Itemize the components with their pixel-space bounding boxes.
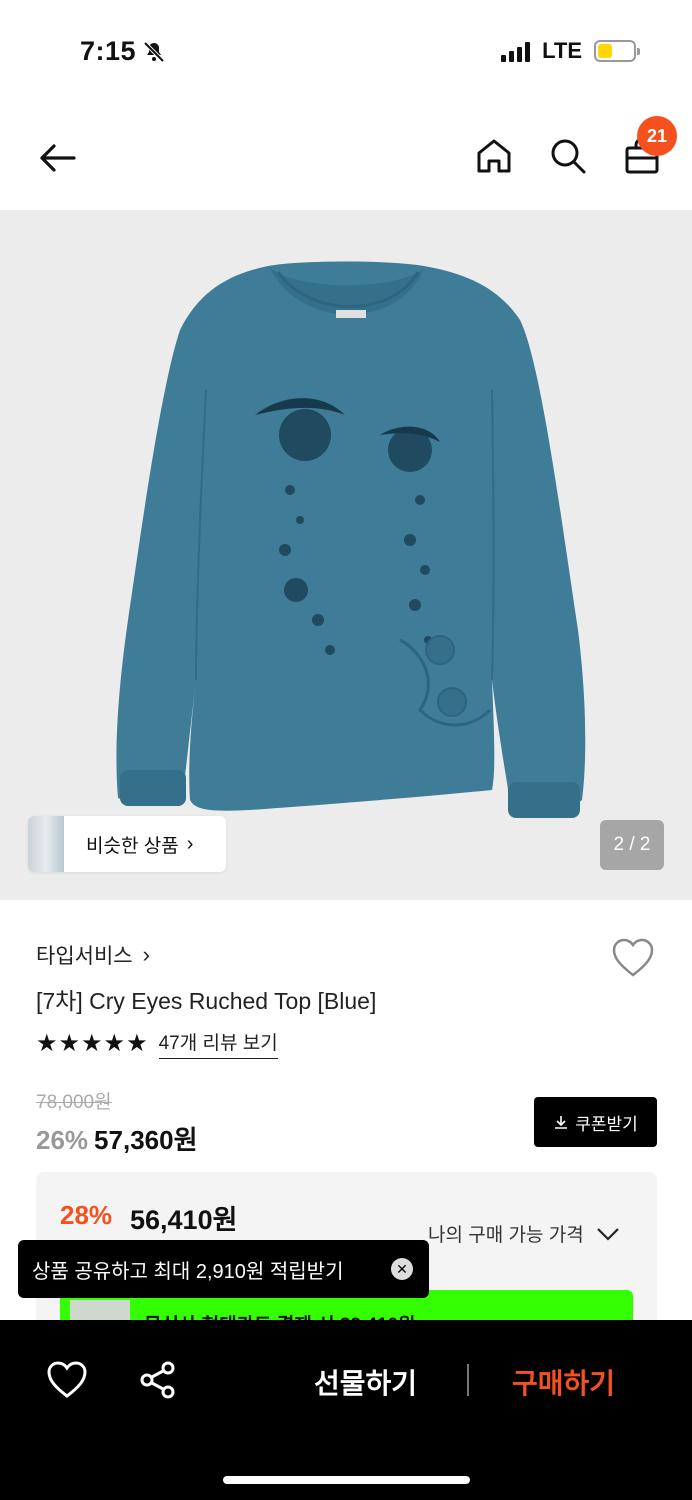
review-link[interactable]: 47개 리뷰 보기 xyxy=(158,1028,278,1059)
bell-slash-icon xyxy=(143,41,165,62)
buy-button[interactable]: 구매하기 xyxy=(512,1362,615,1402)
toast-text: 상품 공유하고 최대 2,910원 적립받기 xyxy=(32,1260,344,1283)
download-icon xyxy=(555,1116,568,1129)
divider xyxy=(467,1364,469,1396)
sale-price: 57,360원 xyxy=(94,1125,198,1155)
network-label: LTE xyxy=(542,38,582,63)
bottom-action-bar: 선물하기 구매하기 xyxy=(0,1320,692,1500)
chevron-right-icon: › xyxy=(186,832,194,855)
battery-icon xyxy=(594,40,640,62)
brand-link[interactable]: 타입서비스 › xyxy=(36,940,150,970)
home-indicator xyxy=(223,1476,470,1484)
search-icon[interactable] xyxy=(546,134,590,178)
chevron-down-icon xyxy=(596,1227,619,1241)
cart-count-badge: 21 xyxy=(637,116,677,156)
top-nav xyxy=(0,110,692,206)
brand-name: 타입서비스 xyxy=(36,945,133,968)
status-bar: 7:15 LTE xyxy=(0,0,692,100)
rating-stars: ★★★★★ xyxy=(36,1030,149,1057)
price-row: 26% 57,360원 xyxy=(36,1120,198,1157)
product-image-gallery[interactable] xyxy=(0,210,692,900)
rating-row: ★★★★★ 47개 리뷰 보기 xyxy=(36,1028,278,1059)
signal-icon xyxy=(501,40,531,62)
my-price: 56,410원 xyxy=(130,1205,238,1235)
heart-icon[interactable] xyxy=(610,936,656,980)
my-discount-rate: 28% xyxy=(60,1200,113,1230)
original-price: 78,000원 xyxy=(36,1092,112,1113)
back-arrow-icon[interactable] xyxy=(34,134,82,182)
image-page-indicator: 2 / 2 xyxy=(600,820,664,870)
time-text: 7:15 xyxy=(80,36,137,66)
coupon-button[interactable]: 쿠폰받기 xyxy=(534,1097,657,1147)
gift-button[interactable]: 선물하기 xyxy=(314,1362,417,1402)
close-icon[interactable]: ✕ xyxy=(391,1258,413,1280)
status-time: 7:15 xyxy=(80,36,166,67)
status-indicators: LTE xyxy=(501,38,640,64)
product-shirt-image xyxy=(116,261,586,818)
similar-products-button[interactable]: 비슷한 상품 › xyxy=(28,816,226,872)
similar-thumbnail xyxy=(28,816,64,872)
my-price-label: 나의 구매 가능 가격 xyxy=(428,1225,584,1246)
chevron-right-icon: › xyxy=(142,942,150,967)
share-reward-toast: 상품 공유하고 최대 2,910원 적립받기 ✕ xyxy=(18,1240,429,1298)
product-title: [7차] Cry Eyes Ruched Top [Blue] xyxy=(36,988,377,1014)
coupon-label: 쿠폰받기 xyxy=(575,1114,638,1134)
discount-rate: 26% xyxy=(36,1125,89,1155)
share-icon[interactable] xyxy=(138,1360,178,1400)
heart-icon[interactable] xyxy=(46,1360,88,1400)
my-price-toggle[interactable]: 나의 구매 가능 가격 xyxy=(428,1220,620,1247)
home-icon[interactable] xyxy=(472,134,516,178)
similar-products-label: 비슷한 상품 xyxy=(86,835,179,857)
